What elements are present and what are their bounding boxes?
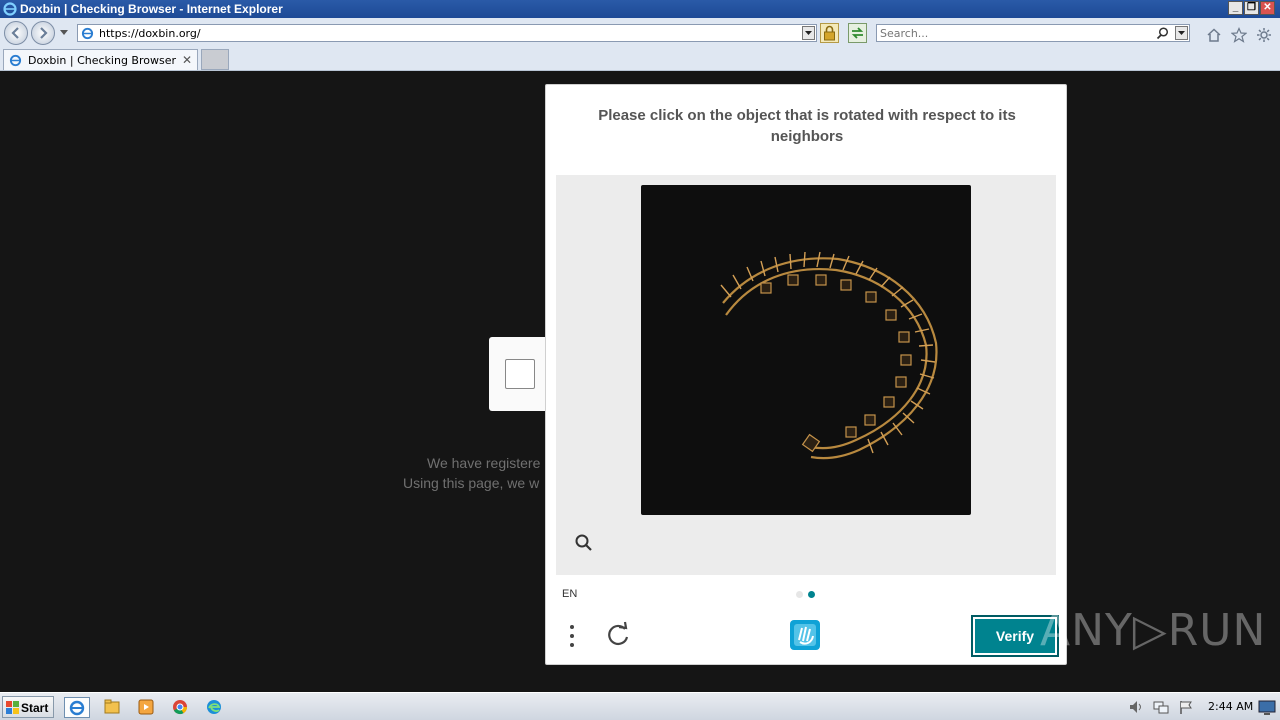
start-button[interactable]: Start bbox=[2, 696, 54, 718]
taskbar-explorer[interactable] bbox=[100, 697, 126, 718]
edge-icon bbox=[207, 700, 221, 714]
page-favicon-icon bbox=[81, 27, 94, 40]
action-center-flag-icon[interactable] bbox=[1178, 699, 1194, 715]
background-text-line: Using this page, we w bbox=[403, 475, 540, 491]
challenge-widget bbox=[489, 337, 549, 411]
window-title-bar: Doxbin | Checking Browser - Internet Exp… bbox=[0, 0, 1280, 18]
url-text[interactable]: https://doxbin.org/ bbox=[99, 27, 201, 40]
security-lock-button[interactable] bbox=[820, 23, 839, 43]
settings-gear-icon[interactable] bbox=[1256, 27, 1272, 43]
windows-flag-icon bbox=[6, 701, 19, 714]
home-icon[interactable] bbox=[1206, 27, 1222, 43]
page-favicon-icon bbox=[9, 54, 22, 67]
captcha-prompt: Please click on the object that is rotat… bbox=[598, 107, 1016, 145]
hcaptcha-logo-icon bbox=[790, 620, 820, 650]
close-tab-icon[interactable]: ✕ bbox=[182, 53, 192, 67]
address-bar[interactable]: https://doxbin.org/ bbox=[77, 24, 817, 42]
chevron-down-icon bbox=[805, 31, 812, 35]
search-box[interactable] bbox=[876, 24, 1190, 42]
restore-button[interactable]: ❐ bbox=[1244, 1, 1259, 15]
challenge-checkbox[interactable] bbox=[505, 359, 535, 389]
tab-label: Doxbin | Checking Browser bbox=[28, 54, 177, 67]
minimize-button[interactable]: _ bbox=[1228, 1, 1243, 15]
taskbar-ie[interactable] bbox=[64, 697, 90, 718]
back-arrow-icon bbox=[11, 27, 19, 39]
address-dropdown-button[interactable] bbox=[802, 26, 815, 40]
tab-strip: Doxbin | Checking Browser ✕ bbox=[0, 49, 1280, 71]
back-button[interactable] bbox=[4, 21, 28, 45]
more-options-icon[interactable] bbox=[564, 623, 580, 649]
lock-icon bbox=[824, 25, 835, 41]
network-icon[interactable] bbox=[1153, 699, 1169, 715]
search-icon[interactable] bbox=[1156, 27, 1169, 40]
zoom-magnifier-icon[interactable] bbox=[574, 533, 594, 553]
internet-explorer-icon bbox=[69, 700, 85, 716]
refresh-challenge-icon[interactable] bbox=[604, 621, 632, 649]
taskbar-media-player[interactable] bbox=[134, 697, 160, 718]
taskbar: Start 2:44 AM bbox=[0, 692, 1280, 720]
spiral-chairs-image bbox=[720, 251, 938, 460]
media-player-icon bbox=[138, 699, 154, 715]
search-input[interactable] bbox=[880, 26, 1150, 40]
tab-doxbin[interactable]: Doxbin | Checking Browser ✕ bbox=[3, 49, 198, 70]
taskbar-chrome[interactable] bbox=[168, 697, 194, 718]
compatibility-refresh-button[interactable] bbox=[848, 23, 867, 43]
favorites-star-icon[interactable] bbox=[1231, 27, 1247, 43]
captcha-image-area bbox=[556, 175, 1056, 575]
page-dot-1 bbox=[796, 591, 803, 598]
taskbar-edge[interactable] bbox=[202, 697, 228, 718]
refresh-arrows-icon bbox=[851, 27, 864, 39]
page-dot-2-active bbox=[808, 591, 815, 598]
language-selector[interactable]: EN bbox=[562, 588, 577, 600]
new-tab-button[interactable] bbox=[201, 49, 229, 70]
background-text-line: We have registere bbox=[427, 455, 541, 471]
clock: 2:44 AM bbox=[1208, 700, 1254, 713]
internet-explorer-icon bbox=[3, 2, 17, 16]
chrome-icon bbox=[173, 700, 188, 715]
captcha-challenge-image[interactable] bbox=[641, 185, 971, 515]
anyrun-watermark: ANY▷RUN bbox=[1040, 605, 1267, 656]
show-desktop-icon[interactable] bbox=[1258, 698, 1276, 716]
navigation-bar: https://doxbin.org/ bbox=[0, 18, 1280, 49]
start-label: Start bbox=[21, 701, 49, 715]
window-title: Doxbin | Checking Browser - Internet Exp… bbox=[20, 2, 283, 16]
chevron-down-icon bbox=[1178, 31, 1185, 35]
captcha-dialog: Please click on the object that is rotat… bbox=[545, 84, 1067, 665]
close-window-button[interactable]: ✕ bbox=[1260, 1, 1275, 15]
forward-arrow-icon bbox=[40, 27, 48, 39]
forward-button[interactable] bbox=[31, 21, 55, 45]
search-dropdown-button[interactable] bbox=[1175, 26, 1188, 40]
history-dropdown-icon[interactable] bbox=[60, 30, 68, 36]
file-explorer-icon bbox=[104, 699, 120, 714]
volume-icon[interactable] bbox=[1128, 699, 1144, 715]
